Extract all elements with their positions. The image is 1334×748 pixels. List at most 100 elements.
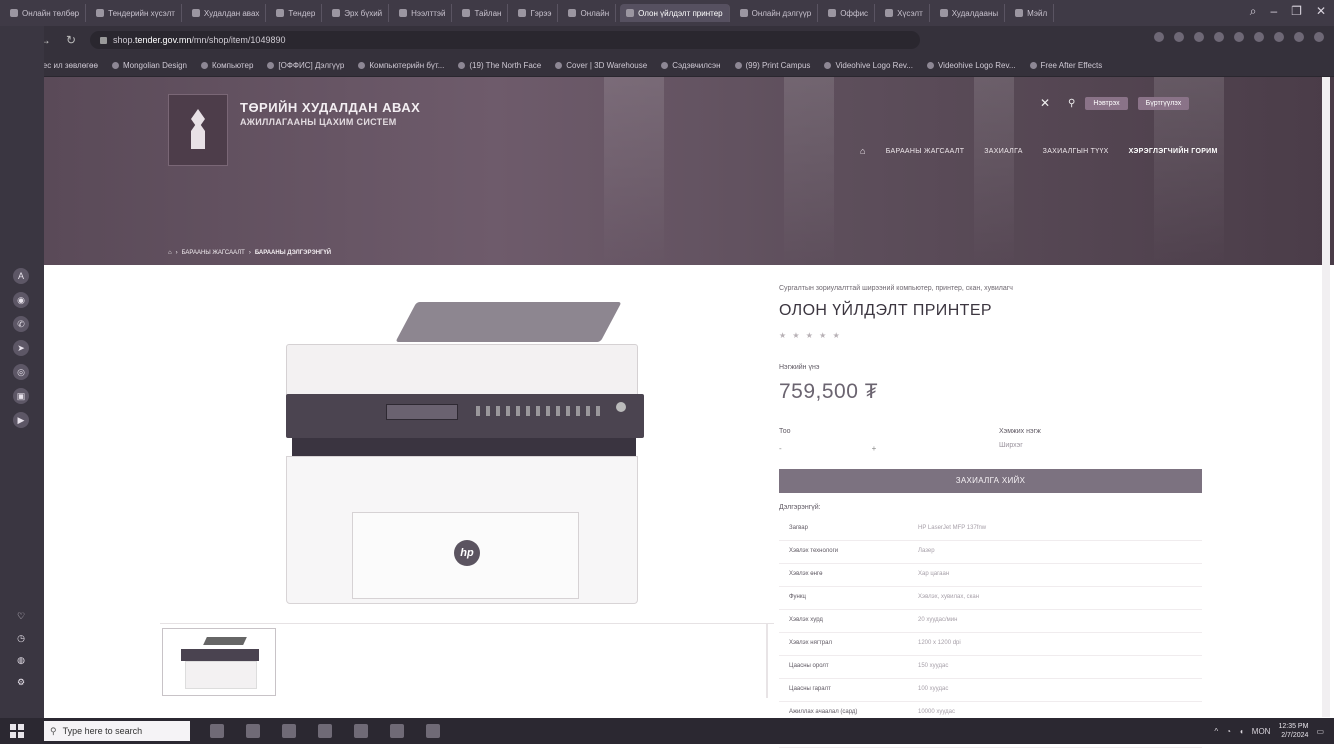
sidebar-app-icon[interactable]: A <box>13 268 29 284</box>
price-label: Нэгжийн үнэ <box>779 364 820 371</box>
sidebar-app-icon[interactable]: ▣ <box>13 388 29 404</box>
lock-icon <box>100 36 107 44</box>
order-button[interactable]: ЗАХИАЛГА ХИЙХ <box>779 469 1202 493</box>
url-path: /mn/shop/item/1049890 <box>191 35 286 45</box>
tab-label: Эрх бүхий <box>344 8 383 18</box>
extension-icon[interactable] <box>1254 32 1264 42</box>
extension-icon[interactable] <box>1154 32 1164 42</box>
home-icon[interactable]: ⌂ <box>168 250 172 256</box>
instagram-icon[interactable]: ◎ <box>13 364 29 380</box>
browser-tab[interactable]: Нээлттэй <box>393 4 453 22</box>
sidebar-app-icon[interactable]: ▶ <box>13 412 29 428</box>
close-icon[interactable]: ✕ <box>1316 4 1326 19</box>
product-thumbnail[interactable] <box>162 628 276 696</box>
taskbar-app-icon[interactable] <box>282 724 296 738</box>
maximize-icon[interactable]: ❐ <box>1291 4 1302 19</box>
volume-icon[interactable]: ◖ <box>1239 727 1244 736</box>
bookmark-item[interactable]: Free After Effects <box>1029 61 1102 70</box>
whatsapp-icon[interactable]: ✆ <box>13 316 29 332</box>
bookmark-item[interactable]: Cover | 3D Warehouse <box>555 61 647 70</box>
rating-stars[interactable]: ★ ★ ★ ★ ★ <box>779 331 842 340</box>
quantity-decrease-button[interactable]: - <box>779 444 782 453</box>
register-button[interactable]: Бүртгүүлэх <box>1137 97 1190 110</box>
bookmark-favicon-icon <box>267 61 275 69</box>
extension-icon[interactable] <box>1194 32 1204 42</box>
extension-icon[interactable] <box>1274 32 1284 42</box>
nav-item-order-history[interactable]: ЗАХИАЛГЫН ТҮҮХ <box>1043 148 1109 155</box>
telegram-icon[interactable]: ➤ <box>13 340 29 356</box>
network-icon[interactable]: ◔ <box>1226 727 1231 736</box>
browser-tab[interactable]: Онлайн дэлгүүр <box>734 4 819 22</box>
taskbar-app-icon[interactable] <box>246 724 260 738</box>
details-key: Хэвлэх технологи <box>789 548 839 554</box>
bookmark-item[interactable]: Сэдэвчилсэн <box>661 61 721 70</box>
product-image[interactable]: hp <box>286 302 656 604</box>
product-category[interactable]: Сургалтын зориулалттай ширээний компьюте… <box>779 285 1013 292</box>
language-indicator[interactable]: MON <box>1252 727 1271 736</box>
state-emblem-logo[interactable] <box>168 94 228 166</box>
browser-tab[interactable]: Худалдан авах <box>186 4 267 22</box>
hp-logo: hp <box>454 540 480 566</box>
breadcrumb-item[interactable]: БАРААНЫ ЖАГСААЛТ <box>182 250 245 256</box>
bookmark-item[interactable]: (99) Print Campus <box>734 61 810 70</box>
minimize-icon[interactable]: – <box>1270 4 1277 19</box>
search-icon[interactable]: ⌕ <box>1250 4 1257 19</box>
taskbar-app-icon[interactable] <box>210 724 224 738</box>
url-field[interactable]: shop. tender.gov.mn/mn/shop/item/1049890 <box>90 31 920 49</box>
browser-tab[interactable]: Оффис <box>822 4 876 22</box>
nav-item-product-list[interactable]: БАРААНЫ ЖАГСААЛТ <box>886 148 965 155</box>
bookmark-label: Videohive Logo Rev... <box>835 60 913 70</box>
taskbar-app-icon[interactable] <box>318 724 332 738</box>
taskbar-app-icon[interactable] <box>354 724 368 738</box>
bookmark-item[interactable]: Компьютер <box>201 61 253 70</box>
browser-tab[interactable]: Тендерийн хүсэлт <box>90 4 182 22</box>
menu-icon[interactable] <box>1314 32 1324 42</box>
settings-icon[interactable]: ⚙ <box>13 674 29 690</box>
bookmark-item[interactable]: Videohive Logo Rev... <box>926 61 1016 70</box>
extension-icon[interactable] <box>1234 32 1244 42</box>
profile-icon[interactable] <box>1294 32 1304 42</box>
tab-label: Тендер <box>288 8 316 18</box>
page-scrollbar[interactable] <box>1322 77 1330 717</box>
extension-icon[interactable] <box>1214 32 1224 42</box>
nav-item-user-mode[interactable]: ХЭРЭГЛЭГЧИЙН ГОРИМ <box>1129 148 1218 155</box>
browser-tab[interactable]: Онлайн <box>562 4 617 22</box>
browser-tab[interactable]: Мэйл <box>1009 4 1055 22</box>
browser-tab[interactable]: Эрх бүхий <box>326 4 390 22</box>
browser-tab[interactable]: Тайлан <box>456 4 509 22</box>
system-tray: ^ ◔ ◖ MON 12:35 PM 2/7/2024 ▭ <box>1214 722 1324 740</box>
browser-tab[interactable]: Хүсэлт <box>879 4 930 22</box>
chevron-up-icon[interactable]: ^ <box>1214 727 1218 736</box>
notifications-icon[interactable]: ▭ <box>1316 727 1324 736</box>
browser-tab[interactable]: Худалдааны <box>934 4 1006 22</box>
extensions-bar <box>1154 32 1324 42</box>
bookmark-item[interactable]: [ОФФИС] Дэлгүүр <box>267 61 344 70</box>
tab-favicon-icon <box>939 9 948 17</box>
taskbar-app-icon[interactable] <box>426 724 440 738</box>
reload-icon[interactable]: ↻ <box>64 33 78 47</box>
history-icon[interactable]: ◷ <box>13 630 29 646</box>
quantity-increase-button[interactable]: + <box>872 444 877 453</box>
messenger-icon[interactable]: ◉ <box>13 292 29 308</box>
browser-tab[interactable]: Онлайн төлбөр <box>4 4 87 22</box>
bookmark-item[interactable]: Компьютерийн бүт... <box>358 61 444 70</box>
windows-start-icon[interactable] <box>10 724 24 738</box>
extension-icon[interactable] <box>1174 32 1184 42</box>
taskbar-search-input[interactable]: ⚲ Type here to search <box>44 721 190 741</box>
player-icon[interactable]: ◍ <box>13 652 29 668</box>
heart-icon[interactable]: ♡ <box>13 608 29 624</box>
bookmark-item[interactable]: (19) The North Face <box>458 61 541 70</box>
browser-tab[interactable]: Тендер <box>270 4 323 22</box>
language-flag-icon[interactable]: ✕ <box>1040 97 1058 110</box>
bookmark-item[interactable]: Mongolian Design <box>111 61 187 70</box>
search-icon[interactable]: ⚲ <box>1068 98 1075 109</box>
bookmark-item[interactable]: Videohive Logo Rev... <box>824 61 913 70</box>
taskbar-app-icon[interactable] <box>390 724 404 738</box>
login-button[interactable]: Нэвтрэх <box>1085 97 1128 110</box>
home-icon[interactable]: ⌂ <box>860 146 866 156</box>
clock[interactable]: 12:35 PM 2/7/2024 <box>1278 722 1308 740</box>
browser-tab[interactable]: Олон үйлдэлт принтер <box>620 4 730 22</box>
tab-label: Гэрээ <box>530 8 552 18</box>
nav-item-order[interactable]: ЗАХИАЛГА <box>984 148 1022 155</box>
browser-tab[interactable]: Гэрээ <box>512 4 559 22</box>
